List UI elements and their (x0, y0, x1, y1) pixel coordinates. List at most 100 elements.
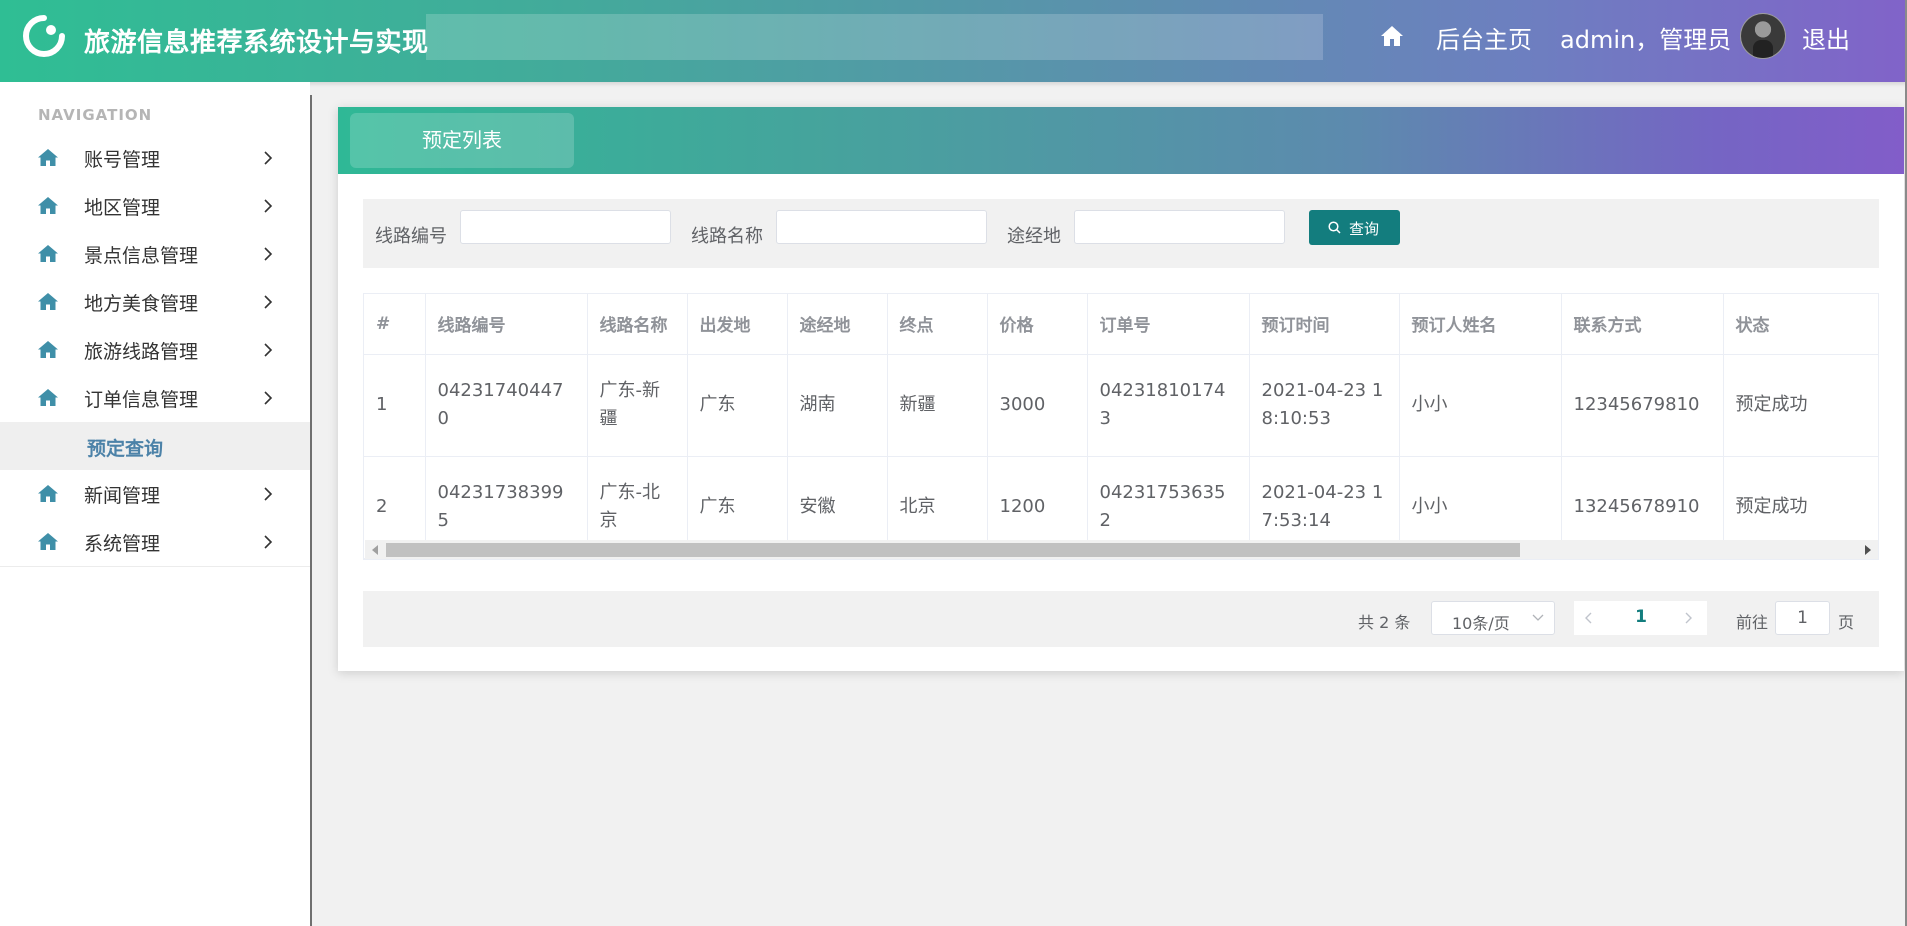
query-button-label: 查询 (1349, 220, 1380, 238)
table-cell: 小小 (1399, 354, 1562, 457)
app-logo-icon (23, 15, 65, 57)
scrollbar-thumb[interactable] (386, 543, 1520, 557)
card-header: 预定列表 (338, 107, 1904, 174)
logout-link[interactable]: 退出 (1802, 20, 1850, 55)
column-header: 出发地 (687, 294, 788, 355)
column-header: 订单号 (1087, 294, 1250, 355)
table-cell: 1 (364, 354, 426, 457)
page-suffix-label: 页 (1838, 613, 1855, 632)
page-size-value: 10条/页 (1452, 614, 1510, 633)
chevron-left-icon (1585, 612, 1592, 624)
scroll-left-icon[interactable] (372, 545, 378, 555)
via-input[interactable] (1074, 210, 1285, 244)
page-size-select[interactable]: 10条/页 (1431, 601, 1555, 635)
app-title: 旅游信息推荐系统设计与实现 (84, 28, 429, 58)
chevron-right-icon (264, 247, 273, 261)
booking-list-card: 预定列表 线路编号 线路名称 途经地 查询 # 线路编号 线路名称 出发地 途经… (338, 107, 1904, 671)
tab-booking-list[interactable]: 预定列表 (350, 113, 574, 168)
route-no-input[interactable] (460, 210, 671, 244)
home-icon (38, 341, 58, 358)
table-header-row: # 线路编号 线路名称 出发地 途经地 终点 价格 订单号 预订时间 预订人姓名… (364, 294, 1878, 355)
home-icon (38, 197, 58, 214)
home-icon (38, 485, 58, 502)
sidebar-divider (310, 95, 312, 926)
home-icon (38, 389, 58, 406)
table-cell: 3000 (987, 354, 1088, 457)
header-title-strip (426, 14, 1323, 60)
booking-table: # 线路编号 线路名称 出发地 途经地 终点 价格 订单号 预订时间 预订人姓名… (363, 293, 1879, 560)
chevron-right-icon (1685, 612, 1692, 624)
scroll-right-icon[interactable] (1865, 545, 1871, 555)
column-header: 状态 (1723, 294, 1878, 355)
sidebar-item-account[interactable]: 账号管理 (0, 134, 310, 183)
route-no-label: 线路编号 (375, 226, 447, 247)
next-page-button[interactable] (1675, 601, 1707, 635)
sidebar-item-attractions[interactable]: 景点信息管理 (0, 230, 310, 279)
column-header: 终点 (887, 294, 988, 355)
route-name-input[interactable] (776, 210, 987, 244)
chevron-right-icon (264, 151, 273, 165)
column-header: 预订人姓名 (1399, 294, 1562, 355)
column-header: 线路编号 (425, 294, 588, 355)
table-cell: 2021-04-23 18:10:53 (1249, 354, 1400, 457)
page-number-current[interactable]: 1 (1626, 607, 1656, 627)
table-cell: 12345679810 (1561, 354, 1724, 457)
sidebar-item-label: 账号管理 (84, 149, 161, 171)
sidebar-item-label: 地区管理 (84, 197, 161, 219)
chevron-down-icon (1532, 614, 1544, 621)
sidebar-item-news[interactable]: 新闻管理 (0, 470, 310, 519)
sidebar-item-label: 景点信息管理 (84, 245, 199, 267)
table-row[interactable]: 1 042317404470 广东-新疆 广东 湖南 新疆 3000 04231… (364, 354, 1878, 457)
goto-label: 前往 (1736, 613, 1769, 632)
pagination-total: 共 2 条 (1358, 613, 1411, 632)
route-name-label: 线路名称 (691, 226, 763, 247)
column-header: # (364, 294, 426, 355)
search-icon (1328, 221, 1341, 234)
sidebar-item-label: 新闻管理 (84, 485, 161, 507)
column-header: 途经地 (787, 294, 888, 355)
chevron-right-icon (264, 295, 273, 309)
pagination: 共 2 条 10条/页 1 前往 页 (363, 591, 1879, 647)
avatar[interactable] (1740, 13, 1786, 59)
nav-caption: NAVIGATION (38, 106, 153, 124)
home-icon (38, 149, 58, 166)
query-button[interactable]: 查询 (1309, 210, 1400, 245)
chevron-right-icon (264, 391, 273, 405)
sidebar-subitem-booking-query[interactable]: 预定查询 (0, 422, 310, 471)
sidebar-item-local-food[interactable]: 地方美食管理 (0, 278, 310, 327)
table-horizontal-scrollbar[interactable] (365, 540, 1878, 559)
column-header: 线路名称 (587, 294, 688, 355)
column-header: 价格 (987, 294, 1088, 355)
top-header: 旅游信息推荐系统设计与实现 后台主页 admin，管理员 退出 (0, 0, 1907, 82)
goto-page-input[interactable] (1775, 601, 1830, 635)
chevron-right-icon (264, 535, 273, 549)
table-cell: 湖南 (787, 354, 888, 457)
home-icon[interactable] (1380, 25, 1404, 47)
table-cell: 广东-新疆 (587, 354, 688, 457)
chevron-right-icon (264, 487, 273, 501)
column-header: 预订时间 (1249, 294, 1400, 355)
table-cell: 042317404470 (425, 354, 588, 457)
page-navigator: 1 (1574, 601, 1707, 635)
dashboard-home-link[interactable]: 后台主页 (1436, 20, 1532, 55)
via-label: 途经地 (1007, 226, 1061, 247)
column-header: 联系方式 (1561, 294, 1724, 355)
sidebar-item-orders[interactable]: 订单信息管理 (0, 374, 310, 423)
chevron-right-icon (264, 343, 273, 357)
sidebar-item-label: 订单信息管理 (84, 389, 199, 411)
sidebar-item-label: 旅游线路管理 (84, 341, 199, 363)
sidebar-item-label: 系统管理 (84, 533, 161, 555)
sidebar-item-label: 地方美食管理 (84, 293, 199, 315)
table-cell: 广东 (687, 354, 788, 457)
sidebar-subitem-label: 预定查询 (87, 438, 164, 460)
sidebar-item-travel-routes[interactable]: 旅游线路管理 (0, 326, 310, 375)
home-icon (38, 533, 58, 550)
home-icon (38, 245, 58, 262)
chevron-right-icon (264, 199, 273, 213)
table-cell: 042318101743 (1087, 354, 1250, 457)
home-icon (38, 293, 58, 310)
sidebar-item-region[interactable]: 地区管理 (0, 182, 310, 231)
sidebar-item-system[interactable]: 系统管理 (0, 518, 310, 567)
prev-page-button[interactable] (1574, 601, 1606, 635)
table-cell: 新疆 (887, 354, 988, 457)
